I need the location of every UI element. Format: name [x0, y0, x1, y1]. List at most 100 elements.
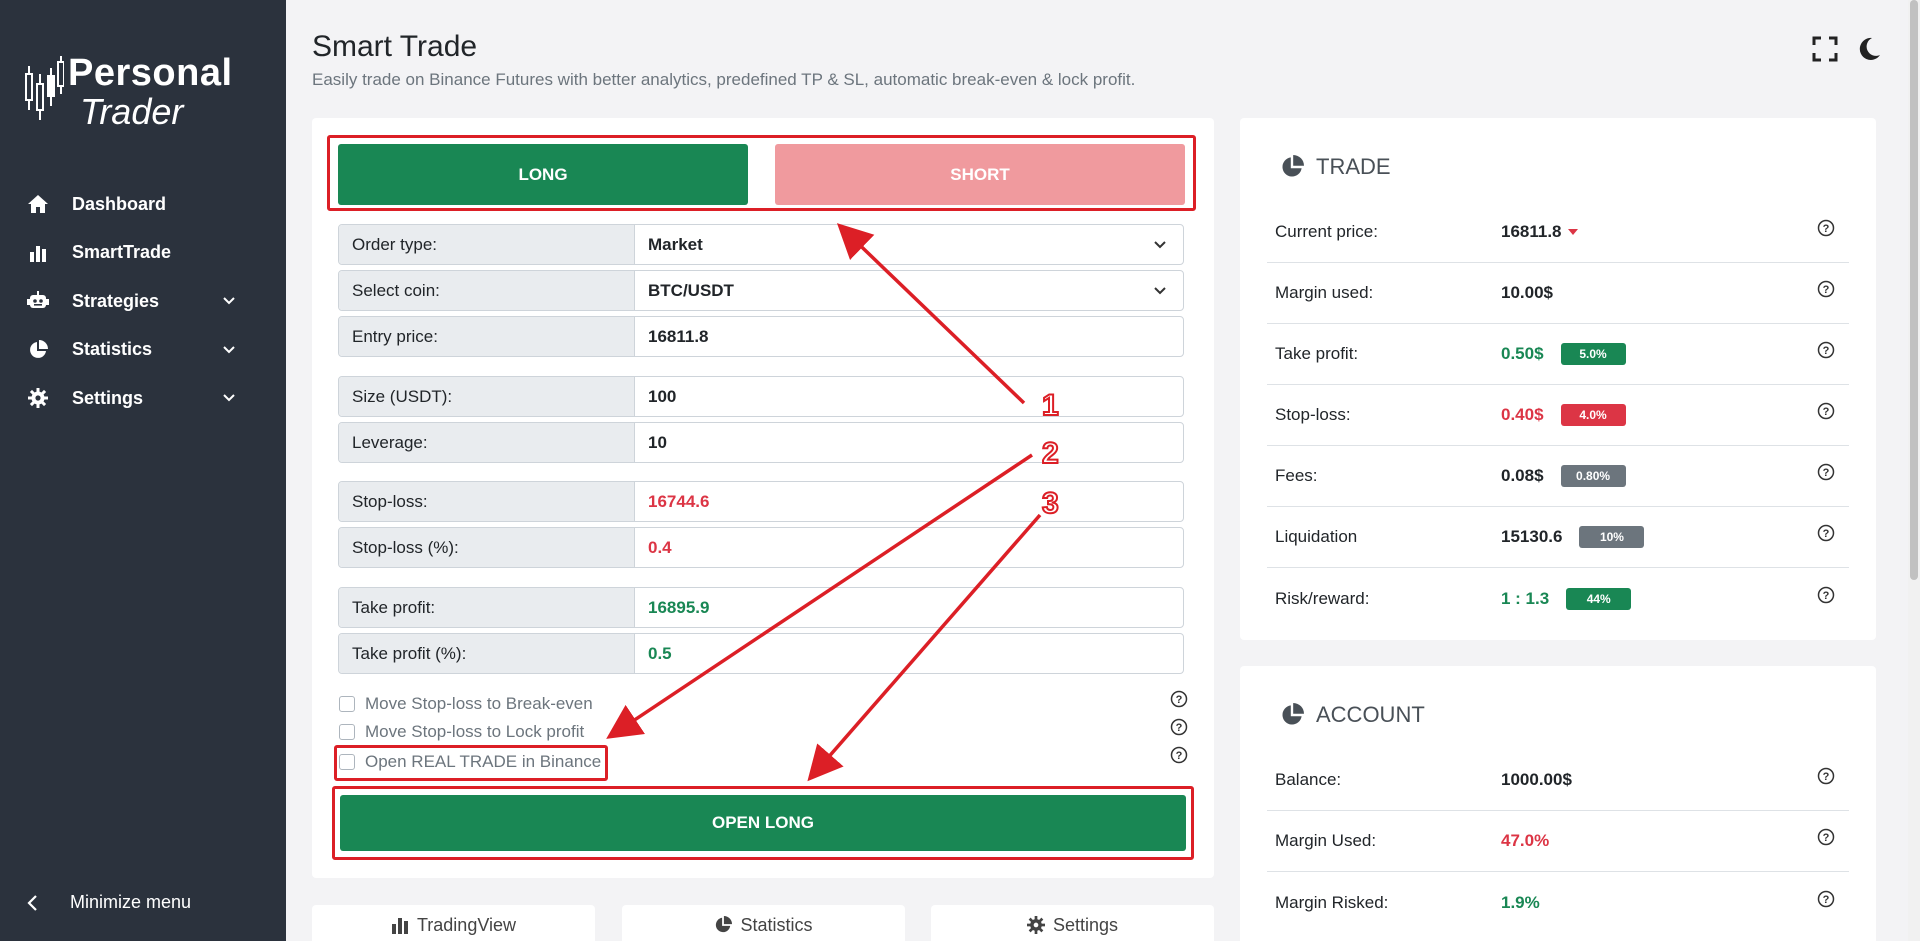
help-icon[interactable]: ?: [1817, 463, 1835, 481]
chevron-down-icon: [1154, 286, 1166, 294]
size-field[interactable]: Size (USDT): 100: [338, 376, 1184, 417]
account-margin-used-value: 47.0%: [1501, 831, 1550, 850]
sidebar-item-dashboard[interactable]: Dashboard: [0, 180, 286, 229]
short-button[interactable]: SHORT: [775, 144, 1185, 205]
dark-mode-moon-icon[interactable]: [1856, 36, 1882, 62]
tab-settings[interactable]: Settings: [931, 905, 1214, 941]
take-profit-percent-field[interactable]: Take profit (%): 0.5: [338, 633, 1184, 674]
svg-text:?: ?: [1823, 345, 1830, 357]
row-label: Take profit:: [1275, 344, 1359, 363]
take-profit-percent-value[interactable]: 0.5: [648, 644, 1167, 664]
row-label: Fees:: [1275, 466, 1318, 485]
bar-chart-icon: [26, 243, 50, 263]
help-icon[interactable]: ?: [1817, 280, 1835, 298]
checkbox-box[interactable]: [339, 724, 355, 740]
help-icon[interactable]: ?: [1817, 524, 1835, 542]
pie-chart-icon: [1282, 155, 1304, 177]
stop-loss-percent-value[interactable]: 0.4: [648, 538, 1167, 558]
svg-text:?: ?: [1823, 223, 1830, 235]
svg-text:?: ?: [1823, 832, 1830, 844]
entry-price-field[interactable]: Entry price: 16811.8: [338, 316, 1184, 357]
gear-icon: [26, 388, 50, 409]
account-row-balance: Balance: 1000.00$ ?: [1267, 750, 1849, 811]
field-label: Size (USDT):: [339, 377, 635, 416]
field-label: Take profit:: [339, 588, 635, 627]
stop-loss-field[interactable]: Stop-loss: 16744.6: [338, 481, 1184, 522]
help-icon[interactable]: ?: [1170, 718, 1188, 736]
leverage-field[interactable]: Leverage: 10: [338, 422, 1184, 463]
sidebar-item-settings[interactable]: Settings: [0, 374, 286, 423]
sidebar-item-label: Settings: [72, 387, 144, 408]
sidebar-item-smarttrade[interactable]: SmartTrade: [0, 229, 286, 278]
size-value[interactable]: 100: [648, 387, 1167, 407]
svg-text:?: ?: [1823, 406, 1830, 418]
help-icon[interactable]: ?: [1170, 746, 1188, 764]
minimize-menu-button[interactable]: Minimize menu: [26, 892, 191, 913]
bar-chart-icon: [391, 918, 408, 934]
trade-row-stop-loss: Stop-loss: 0.40$ 4.0% ?: [1267, 385, 1849, 446]
checkbox-label: Open REAL TRADE in Binance: [365, 752, 602, 771]
break-even-checkbox[interactable]: Move Stop-loss to Break-even: [339, 694, 593, 714]
field-label: Select coin:: [339, 271, 635, 310]
long-button[interactable]: LONG: [338, 144, 748, 205]
sidebar-item-strategies[interactable]: Strategies: [0, 277, 286, 326]
help-icon[interactable]: ?: [1817, 767, 1835, 785]
home-icon: [26, 194, 50, 214]
robot-icon: [26, 291, 50, 311]
stop-loss-value[interactable]: 16744.6: [648, 492, 1167, 512]
take-profit-field[interactable]: Take profit: 16895.9: [338, 587, 1184, 628]
open-long-button[interactable]: OPEN LONG: [340, 795, 1186, 851]
coin-select[interactable]: Select coin: BTC/USDT: [338, 270, 1184, 311]
field-label: Stop-loss:: [339, 482, 635, 521]
take-profit-badge: 5.0%: [1560, 343, 1626, 365]
fullscreen-icon[interactable]: [1812, 36, 1838, 62]
checkbox-box[interactable]: [339, 696, 355, 712]
leverage-value[interactable]: 10: [648, 433, 1167, 453]
trade-form-card: LONG SHORT Order type: Market Select coi…: [312, 118, 1214, 878]
row-label: Margin Risked:: [1275, 892, 1389, 912]
tab-statistics[interactable]: Statistics: [622, 905, 905, 941]
sidebar-item-label: SmartTrade: [72, 242, 172, 263]
entry-price-value[interactable]: 16811.8: [648, 327, 1167, 347]
help-icon[interactable]: ?: [1817, 402, 1835, 420]
sidebar-item-statistics[interactable]: Statistics: [0, 326, 286, 375]
trade-row-current-price: Current price: 16811.8 ?: [1267, 202, 1849, 263]
field-label: Entry price:: [339, 317, 635, 356]
svg-text:?: ?: [1823, 894, 1830, 906]
take-profit-value[interactable]: 16895.9: [648, 598, 1167, 618]
help-icon[interactable]: ?: [1817, 828, 1835, 846]
order-type-value: Market: [648, 234, 703, 254]
brand-logo[interactable]: Personal Trader: [24, 54, 233, 130]
help-icon[interactable]: ?: [1817, 219, 1835, 237]
direction-highlight: LONG SHORT: [327, 135, 1196, 211]
pie-chart-icon: [716, 916, 733, 933]
checkbox-box[interactable]: [339, 754, 355, 770]
svg-text:?: ?: [1823, 284, 1830, 296]
chevron-down-icon: [223, 346, 235, 354]
open-trade-highlight: OPEN LONG: [332, 786, 1194, 860]
trade-row-take-profit: Take profit: 0.50$ 5.0% ?: [1267, 324, 1849, 385]
lock-profit-checkbox[interactable]: Move Stop-loss to Lock profit: [339, 722, 584, 742]
field-label: Stop-loss (%):: [339, 528, 635, 567]
risk-reward-badge: 44%: [1566, 587, 1632, 610]
account-heading: ACCOUNT: [1316, 702, 1425, 727]
account-row-margin-used: Margin Used: 47.0% ?: [1267, 811, 1849, 872]
help-icon[interactable]: ?: [1170, 690, 1188, 708]
scrollbar-thumb[interactable]: [1910, 0, 1918, 580]
tab-label: TradingView: [416, 914, 517, 935]
tab-tradingview[interactable]: TradingView: [312, 905, 595, 941]
row-label: Margin Used:: [1275, 831, 1377, 850]
order-type-select[interactable]: Order type: Market: [338, 224, 1184, 265]
sidebar-item-label: Statistics: [72, 339, 153, 360]
page-scrollbar[interactable]: [1908, 0, 1920, 941]
help-icon[interactable]: ?: [1817, 890, 1835, 908]
help-icon[interactable]: ?: [1817, 586, 1835, 604]
balance-value: 1000.00$: [1501, 770, 1572, 789]
candlestick-logo-icon: [25, 56, 64, 120]
chevron-down-icon: [1154, 240, 1166, 248]
stop-loss-percent-field[interactable]: Stop-loss (%): 0.4: [338, 527, 1184, 568]
account-summary-card: ACCOUNT Balance: 1000.00$ ? Margin Used:…: [1240, 666, 1876, 941]
trade-row-fees: Fees: 0.08$ 0.80% ?: [1267, 446, 1849, 507]
help-icon[interactable]: ?: [1817, 341, 1835, 359]
real-trade-checkbox[interactable]: Open REAL TRADE in Binance: [339, 752, 601, 772]
